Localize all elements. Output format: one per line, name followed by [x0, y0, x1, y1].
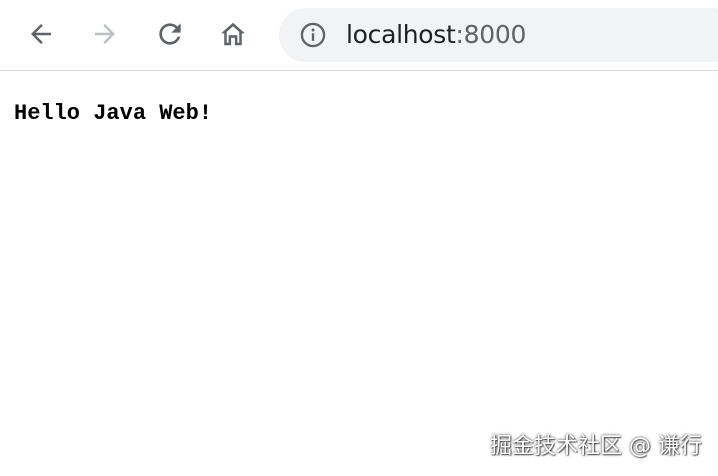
arrow-left-icon: [31, 24, 51, 44]
browser-toolbar: localhost:8000: [0, 0, 718, 71]
home-button[interactable]: [213, 14, 253, 54]
reload-button[interactable]: [150, 14, 190, 54]
forward-button[interactable]: [85, 14, 125, 54]
url-host: localhost: [346, 20, 456, 49]
back-button[interactable]: [21, 14, 61, 54]
page-body-text: Hello Java Web!: [14, 101, 213, 126]
address-bar[interactable]: localhost:8000: [279, 8, 718, 62]
watermark: 掘金技术社区 @ 谦行: [490, 434, 702, 459]
url-port: :8000: [455, 20, 527, 49]
info-icon[interactable]: [299, 21, 327, 49]
url-text[interactable]: localhost:8000: [346, 20, 526, 50]
home-icon: [221, 22, 245, 46]
reload-icon: [159, 23, 181, 45]
arrow-right-icon: [95, 24, 115, 44]
